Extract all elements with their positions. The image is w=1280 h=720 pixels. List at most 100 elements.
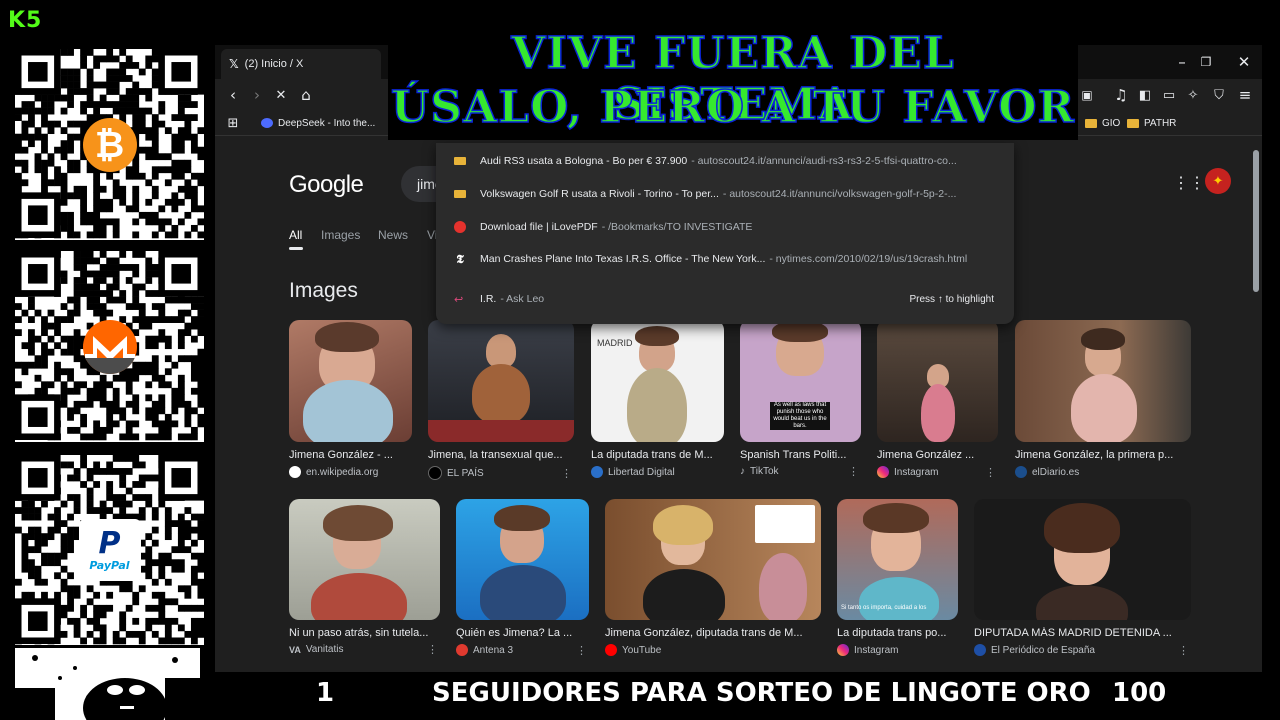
wikipedia-icon xyxy=(289,466,301,478)
more-options-icon[interactable]: ⋮ xyxy=(848,465,859,478)
image-source: Vanitatis xyxy=(305,644,344,655)
apps-grid-icon[interactable]: ⊞ xyxy=(221,111,245,135)
image-thumbnail xyxy=(289,499,440,620)
image-result[interactable]: Jimena González, la primera p... elDiari… xyxy=(1015,320,1191,478)
more-options-icon[interactable]: ⋮ xyxy=(427,643,438,656)
bitcoin-qr-code: ₿ xyxy=(15,49,204,240)
bookmark-label: GIO xyxy=(1102,117,1121,129)
image-thumbnail: MADRID xyxy=(591,320,724,442)
bookmark-folder-pathr[interactable]: PATHR xyxy=(1127,114,1176,132)
image-thumbnail xyxy=(1015,320,1191,442)
image-result[interactable]: Jimena González ... Instagram ⋮ xyxy=(877,320,998,479)
suggestion-item[interactable]: 𝕿 Man Crashes Plane Into Texas I.R.S. Of… xyxy=(436,243,1014,275)
shield-icon[interactable]: ⛉ xyxy=(1207,83,1231,107)
scrollbar-thumb[interactable] xyxy=(1253,150,1259,292)
folder-icon xyxy=(454,157,466,165)
suggestion-item[interactable]: Download file | iLovePDF - /Bookmarks/TO… xyxy=(436,211,1014,243)
madrid-sign-text: MADRID xyxy=(597,338,633,348)
suggestion-title: Man Crashes Plane Into Texas I.R.S. Offi… xyxy=(480,253,766,265)
elpais-icon xyxy=(428,466,442,480)
image-thumbnail xyxy=(974,499,1191,620)
instagram-icon xyxy=(877,466,889,478)
more-options-icon[interactable]: ⋮ xyxy=(985,466,996,479)
tab-all[interactable]: All xyxy=(289,228,302,242)
image-thumbnail xyxy=(456,499,589,620)
suggestion-item[interactable]: ↩ I.R. - Ask Leo Press ↑ to highlight xyxy=(436,283,1014,315)
tab-images[interactable]: Images xyxy=(321,228,360,242)
address-suggestions-dropdown: Audi RS3 usata a Bologna - Bo per € 37.9… xyxy=(436,143,1014,324)
nytimes-icon: 𝕿 xyxy=(456,251,464,266)
image-source: EL PAÍS xyxy=(447,467,484,479)
image-thumbnail xyxy=(605,499,821,620)
forward-icon[interactable]: › xyxy=(245,83,269,107)
deepseek-icon xyxy=(261,118,273,128)
menu-icon[interactable]: ≡ xyxy=(1233,83,1257,107)
image-result[interactable]: MADRID La diputada trans de M... Liberta… xyxy=(591,320,724,478)
avatar[interactable]: ✦ xyxy=(1205,168,1231,194)
image-source: TikTok xyxy=(750,466,779,477)
bookmark-deepseek[interactable]: DeepSeek - Into the... xyxy=(261,114,375,132)
stop-icon[interactable]: ✕ xyxy=(269,83,293,107)
ilovepdf-icon xyxy=(454,221,466,233)
image-result[interactable]: Jimena González, diputada trans de M... … xyxy=(605,499,821,656)
screenshot-icon[interactable]: ▣ xyxy=(1075,83,1099,107)
suggestion-url: - Ask Leo xyxy=(500,293,545,305)
youtube-icon xyxy=(605,644,617,656)
image-result[interactable]: Jimena, la transexual que... EL PAÍS ⋮ xyxy=(428,320,574,480)
monero-icon xyxy=(82,319,137,374)
suggestion-item[interactable]: Volkswagen Golf R usata a Rivoli - Torin… xyxy=(436,178,1014,210)
webcam-feed xyxy=(15,648,200,720)
image-result[interactable]: Quién es Jimena? La ... Antena 3 ⋮ xyxy=(456,499,589,657)
active-tab-indicator xyxy=(289,247,303,250)
image-source: en.wikipedia.org xyxy=(306,466,379,478)
vanitatis-icon: VA xyxy=(289,644,301,655)
image-result[interactable]: Ni un paso atrás, sin tutela... VA Vanita… xyxy=(289,499,440,656)
image-title: Jimena González, diputada trans de M... xyxy=(605,627,803,639)
image-title: Ni un paso atrás, sin tutela... xyxy=(289,627,429,639)
back-icon[interactable]: ‹ xyxy=(221,83,245,107)
close-icon[interactable]: ✕ xyxy=(1233,51,1255,73)
image-result[interactable]: Jimena González - ... en.wikipedia.org xyxy=(289,320,412,478)
suggestion-title: I.R. xyxy=(480,293,497,305)
image-thumbnail: Si tanto os importa, cuidad a los xyxy=(837,499,958,620)
paypal-icon: P PayPal xyxy=(78,519,141,581)
banner-line-2: ÚSALO, PERO A TU FAVOR xyxy=(390,81,1076,134)
periodico-icon xyxy=(974,644,986,656)
monero-qr-code xyxy=(15,251,204,442)
libertad-digital-icon xyxy=(591,466,603,478)
suggestion-title: Audi RS3 usata a Bologna - Bo per € 37.9… xyxy=(480,155,688,167)
image-title: Quién es Jimena? La ... xyxy=(456,627,573,639)
suggestion-item[interactable]: Audi RS3 usata a Bologna - Bo per € 37.9… xyxy=(436,145,1014,177)
image-source: Libertad Digital xyxy=(608,466,675,478)
image-result[interactable]: As well as laws that punish those who wo… xyxy=(740,320,861,478)
more-options-icon[interactable]: ⋮ xyxy=(1178,644,1189,657)
askleo-icon: ↩ xyxy=(454,293,464,306)
images-heading: Images xyxy=(289,279,358,302)
tab-news[interactable]: News xyxy=(378,228,408,242)
image-source: elDiario.es xyxy=(1032,466,1080,478)
bookmark-folder-gio[interactable]: GIO xyxy=(1085,114,1120,132)
more-options-icon[interactable]: ⋮ xyxy=(561,467,572,480)
home-icon[interactable]: ⌂ xyxy=(294,83,318,107)
scrollbar[interactable] xyxy=(1252,142,1260,662)
more-options-icon[interactable]: ⋮ xyxy=(576,644,587,657)
reading-list-icon[interactable]: ▭ xyxy=(1157,83,1181,107)
image-thumbnail xyxy=(428,320,574,442)
image-source: Instagram xyxy=(894,466,939,478)
minimize-icon[interactable]: – xyxy=(1171,51,1193,73)
music-icon[interactable]: ♫ xyxy=(1109,83,1133,107)
image-result[interactable]: DIPUTADA MÁS MADRID DETENIDA ... El Peri… xyxy=(974,499,1191,657)
google-logo[interactable]: Google xyxy=(289,171,364,199)
keyboard-hint: Press ↑ to highlight xyxy=(909,293,995,305)
paypal-qr-code: P PayPal xyxy=(15,455,204,645)
paypal-label: PayPal xyxy=(89,558,130,572)
logo-text: K5 xyxy=(8,8,43,33)
tab-x-home[interactable]: 𝕏 (2) Inicio / X xyxy=(221,49,381,79)
sidebar-icon[interactable]: ◧ xyxy=(1133,83,1157,107)
restore-icon[interactable]: ❐ xyxy=(1195,51,1217,73)
suggestion-url: - autoscout24.it/annunci/audi-rs3-rs3-2-… xyxy=(691,155,957,167)
image-result[interactable]: Si tanto os importa, cuidad a los La dip… xyxy=(837,499,958,656)
extensions-icon[interactable]: ✧ xyxy=(1181,83,1205,107)
folder-icon xyxy=(1085,118,1097,128)
image-thumbnail xyxy=(289,320,412,442)
